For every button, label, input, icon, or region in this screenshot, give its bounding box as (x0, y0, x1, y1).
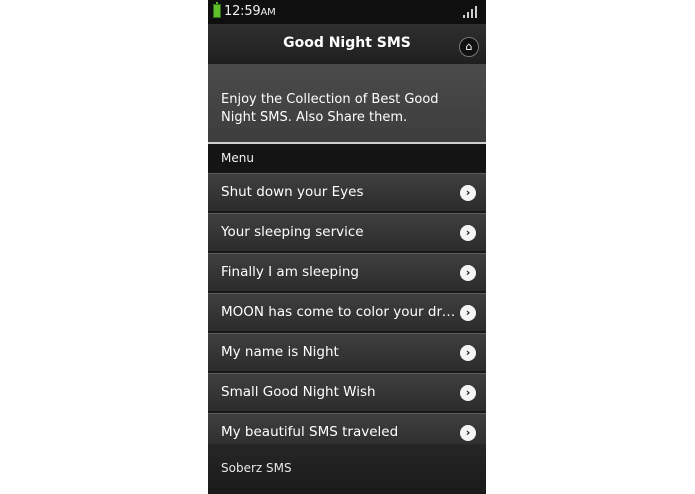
list-item-label: Your sleeping service (221, 224, 364, 240)
chevron-right-icon: › (460, 305, 476, 321)
list-item[interactable]: My name is Night › (208, 333, 486, 372)
chevron-right-icon: › (460, 185, 476, 201)
status-bar: 12:59AM (208, 0, 486, 24)
list-item-label: Shut down your Eyes (221, 184, 364, 200)
list-item[interactable]: Finally I am sleeping › (208, 253, 486, 292)
home-icon: ⌂ (465, 40, 473, 53)
chevron-right-icon: › (460, 425, 476, 441)
list-item-label: Finally I am sleeping (221, 264, 359, 280)
page-title: Good Night SMS (283, 35, 411, 51)
footer: Soberz SMS (208, 444, 486, 494)
list-item[interactable]: Small Good Night Wish › (208, 373, 486, 412)
intro-panel: Enjoy the Collection of Best Good Night … (208, 64, 486, 144)
phone-screen: 12:59AM Good Night SMS ⌂ Enjoy the Colle… (208, 0, 486, 494)
signal-icon (463, 6, 477, 18)
list-item-label: My beautiful SMS traveled (221, 424, 399, 440)
home-button[interactable]: ⌂ (459, 37, 479, 57)
list-item[interactable]: Your sleeping service › (208, 213, 486, 252)
list-item[interactable]: My beautiful SMS traveled › (208, 413, 486, 444)
chevron-right-icon: › (460, 345, 476, 361)
chevron-right-icon: › (460, 385, 476, 401)
clock-ampm: AM (260, 7, 276, 18)
menu-list[interactable]: Shut down your Eyes › Your sleeping serv… (208, 173, 486, 444)
list-item[interactable]: MOON has come to color your dre... › (208, 293, 486, 332)
menu-header: Menu (208, 144, 486, 174)
footer-text: Soberz SMS (221, 461, 292, 475)
clock: 12:59AM (224, 4, 276, 19)
menu-header-label: Menu (221, 151, 254, 165)
list-item-label: My name is Night (221, 344, 339, 360)
battery-icon (213, 2, 221, 18)
list-item[interactable]: Shut down your Eyes › (208, 173, 486, 212)
intro-text: Enjoy the Collection of Best Good Night … (221, 92, 439, 125)
list-item-label: MOON has come to color your dre... (221, 304, 456, 320)
list-item-label: Small Good Night Wish (221, 384, 376, 400)
chevron-right-icon: › (460, 225, 476, 241)
title-bar: Good Night SMS ⌂ (208, 24, 486, 65)
chevron-right-icon: › (460, 265, 476, 281)
clock-time: 12:59 (224, 4, 261, 19)
